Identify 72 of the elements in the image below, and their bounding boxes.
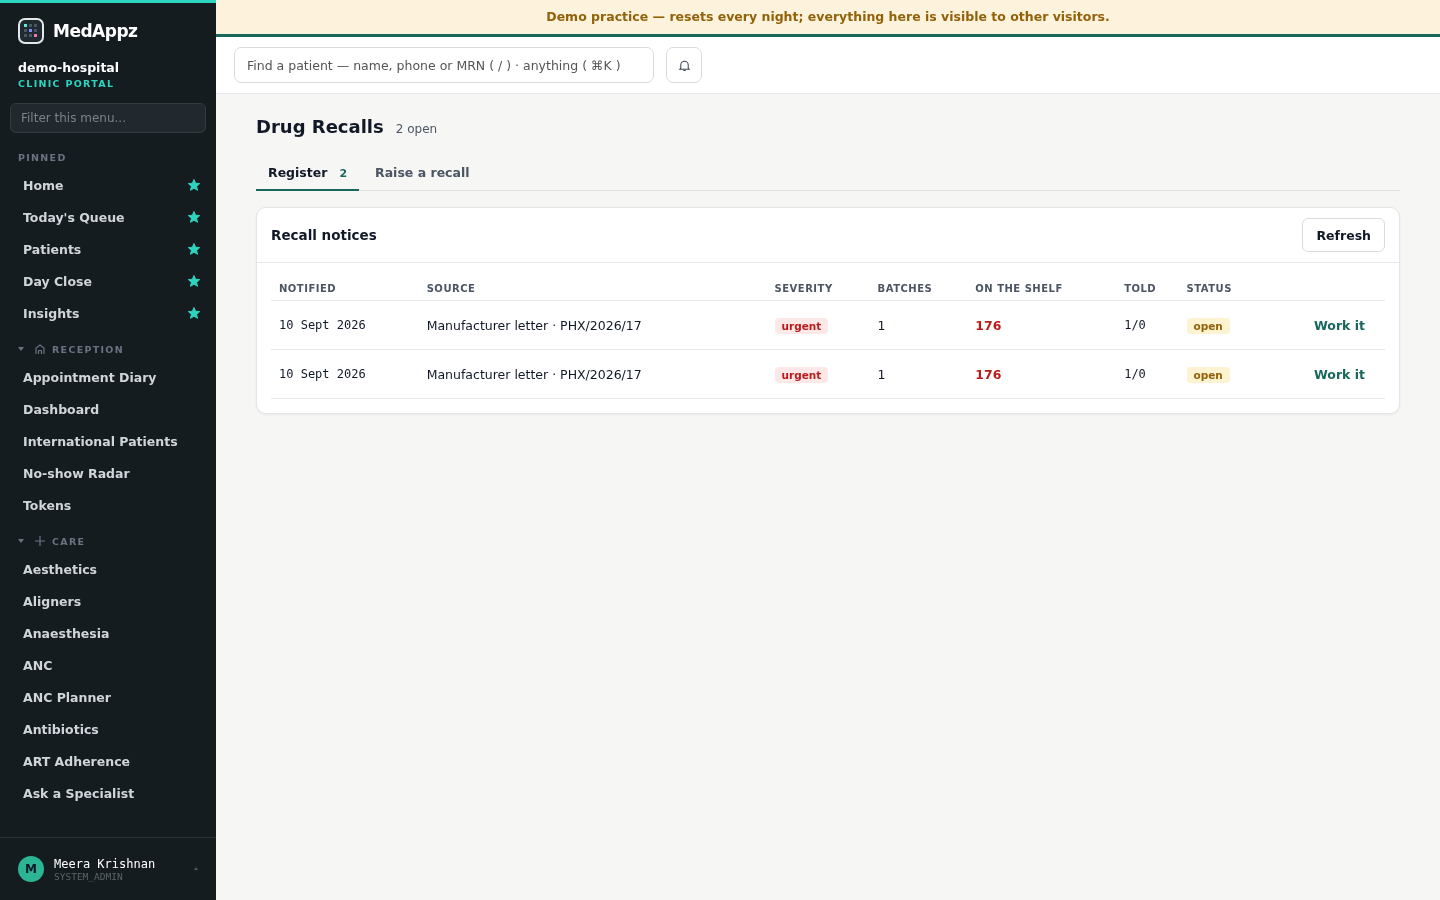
star-icon[interactable] [188, 307, 200, 319]
sidebar-item[interactable]: Day Close [0, 265, 216, 297]
table-cell: Manufacturer letter · PHX/2026/17 [418, 300, 767, 350]
star-icon[interactable] [188, 211, 200, 223]
caret-icon[interactable] [18, 538, 24, 544]
column-header: TOLD [1116, 281, 1179, 301]
refresh-button[interactable]: Refresh [1302, 218, 1385, 252]
table-cell: 176 [967, 349, 1117, 399]
column-header: ON THE SHELF [967, 281, 1117, 301]
column-header: SOURCE [418, 281, 767, 301]
sidebar-item[interactable]: Ask a Specialist [0, 777, 216, 809]
work-it-link[interactable]: Work it [1313, 366, 1365, 382]
table-cell: Manufacturer letter · PHX/2026/17 [418, 349, 767, 399]
user-role: SYSTEM_ADMIN [54, 870, 124, 882]
sidebar-item[interactable]: Antibiotics [0, 713, 216, 745]
card-title: Recall notices [271, 227, 377, 243]
column-header: STATUS [1178, 281, 1262, 301]
grid-logo-icon [18, 18, 44, 44]
sidebar-item[interactable]: Home [0, 169, 216, 201]
work-it-link[interactable]: Work it [1313, 317, 1365, 333]
sidebar-item[interactable]: Appointment Diary [0, 361, 216, 393]
section-heading: RECEPTION [52, 343, 124, 355]
brand-name: MedAppz [53, 21, 138, 41]
sidebar-item[interactable]: No-show Radar [0, 457, 216, 489]
menu-filter-field[interactable]: Filter this menu... [10, 103, 206, 133]
table-cell: 176 [967, 300, 1117, 350]
table-cell: 1/0 [1116, 349, 1179, 399]
sidebar-item[interactable]: Anaesthesia [0, 617, 216, 649]
sidebar-item[interactable]: Dashboard [0, 393, 216, 425]
sidebar-item[interactable]: Aligners [0, 585, 216, 617]
house-icon [34, 343, 46, 355]
severity-tag: urgent [774, 366, 829, 383]
section-heading: PINNED [17, 150, 68, 165]
sidebar-item[interactable]: Aesthetics [0, 553, 216, 585]
portal-label: CLINIC PORTAL [17, 77, 116, 89]
patient-search-field[interactable]: Find a patient — name, phone or MRN ( / ) · anything ( ⌘K ) [234, 47, 654, 83]
user-avatar: M [18, 856, 44, 882]
severity-tag: urgent [774, 317, 829, 334]
caret-icon[interactable] [18, 346, 24, 352]
plus-icon [34, 535, 46, 547]
section-heading: CARE [52, 535, 86, 547]
notifications-button[interactable] [666, 47, 702, 83]
status-tag: open [1186, 366, 1230, 383]
sidebar-item[interactable]: ANC Planner [0, 681, 216, 713]
sidebar-item[interactable]: Patients [0, 233, 216, 265]
user-name: Meera Krishnan [54, 856, 157, 871]
column-header: NOTIFIED [271, 281, 419, 301]
column-header: SEVERITY [766, 281, 870, 301]
star-icon[interactable] [188, 275, 200, 287]
table-cell: 10 Sept 2026 [271, 300, 419, 350]
page-title: Drug Recalls [256, 116, 384, 137]
star-icon[interactable] [188, 179, 200, 191]
table-cell: 10 Sept 2026 [271, 349, 419, 399]
star-icon[interactable] [188, 243, 200, 255]
tab[interactable]: Raise a recall [363, 157, 482, 191]
open-count: 2 open [395, 122, 438, 136]
sidebar-item[interactable]: ANC [0, 649, 216, 681]
status-tag: open [1186, 317, 1230, 334]
org-name: demo-hospital [17, 59, 121, 75]
tab[interactable]: Register 2 [256, 157, 360, 191]
demo-banner: Demo practice — resets every night; everything here is visible to other visitors. [216, 0, 1440, 37]
user-panel[interactable]: M Meera Krishnan SYSTEM_ADMIN [0, 837, 216, 900]
sidebar-item[interactable]: Insights [0, 297, 216, 329]
sidebar-item[interactable]: ART Adherence [0, 745, 216, 777]
table-cell: 1/0 [1116, 300, 1179, 350]
bell-icon [677, 58, 691, 72]
column-header: BATCHES [869, 281, 968, 301]
sidebar-item[interactable]: International Patients [0, 425, 216, 457]
table-cell: 1 [869, 349, 968, 399]
sidebar-item[interactable]: Today's Queue [0, 201, 216, 233]
table-cell: 1 [869, 300, 968, 350]
sidebar-item[interactable]: Tokens [0, 489, 216, 521]
